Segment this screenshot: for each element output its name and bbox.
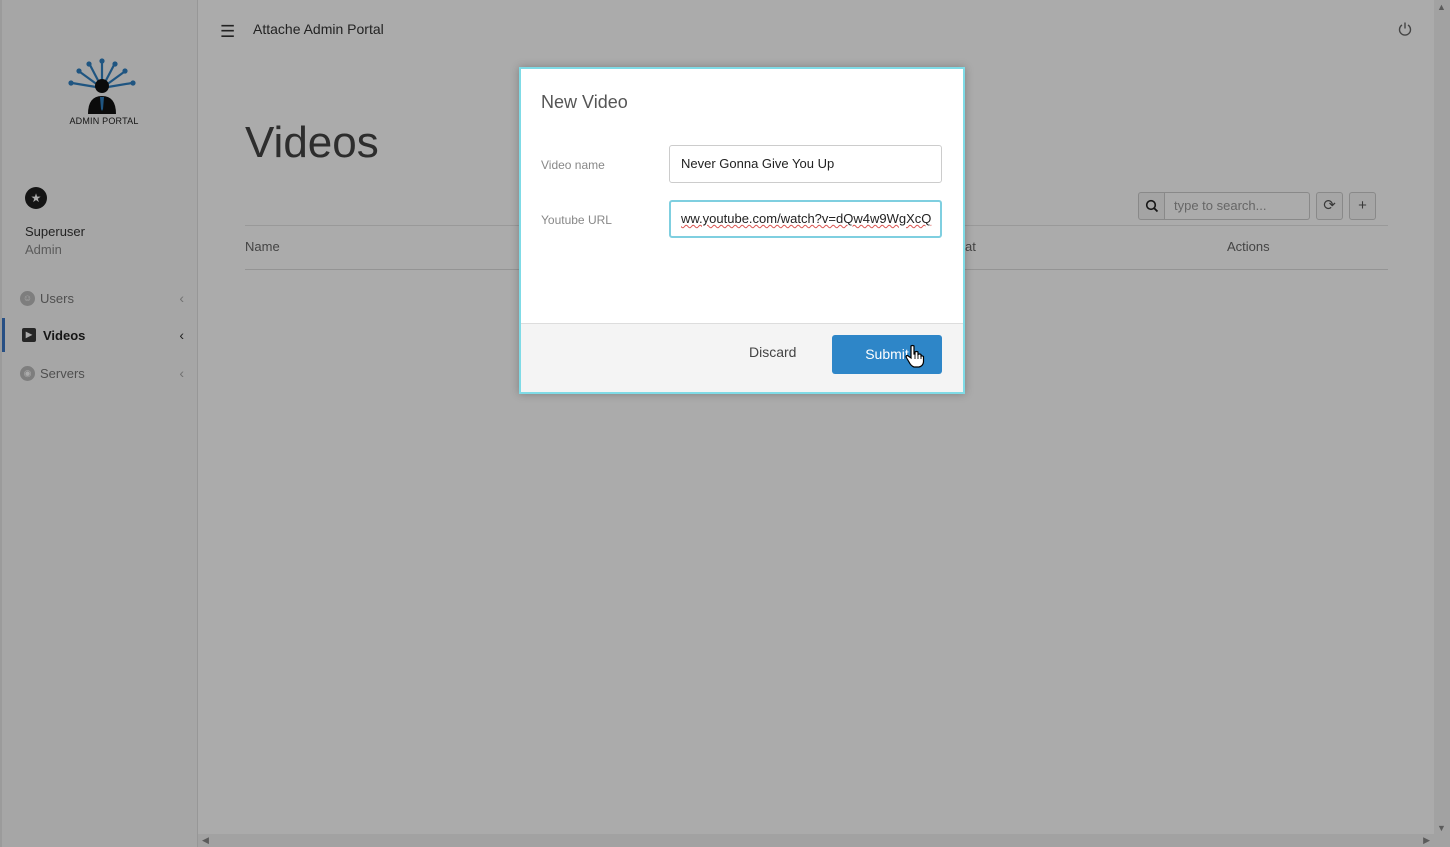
dialog-title: New Video — [541, 92, 628, 112]
youtube-url-input[interactable]: ww.youtube.com/watch?v=dQw4w9WgXcQ — [669, 200, 942, 238]
video-name-input[interactable]: Never Gonna Give You Up — [669, 145, 942, 183]
discard-button[interactable]: Discard — [749, 344, 796, 360]
youtube-url-label: Youtube URL — [541, 213, 612, 227]
video-name-value: Never Gonna Give You Up — [681, 156, 835, 171]
new-video-dialog: New Video Video name Never Gonna Give Yo… — [519, 67, 965, 394]
youtube-url-value: ww.youtube.com/watch?v=dQw4w9WgXcQ — [681, 211, 932, 226]
video-name-label: Video name — [541, 158, 605, 172]
hand-cursor-icon — [905, 344, 925, 368]
dialog-footer: Discard Submit — [521, 323, 963, 392]
